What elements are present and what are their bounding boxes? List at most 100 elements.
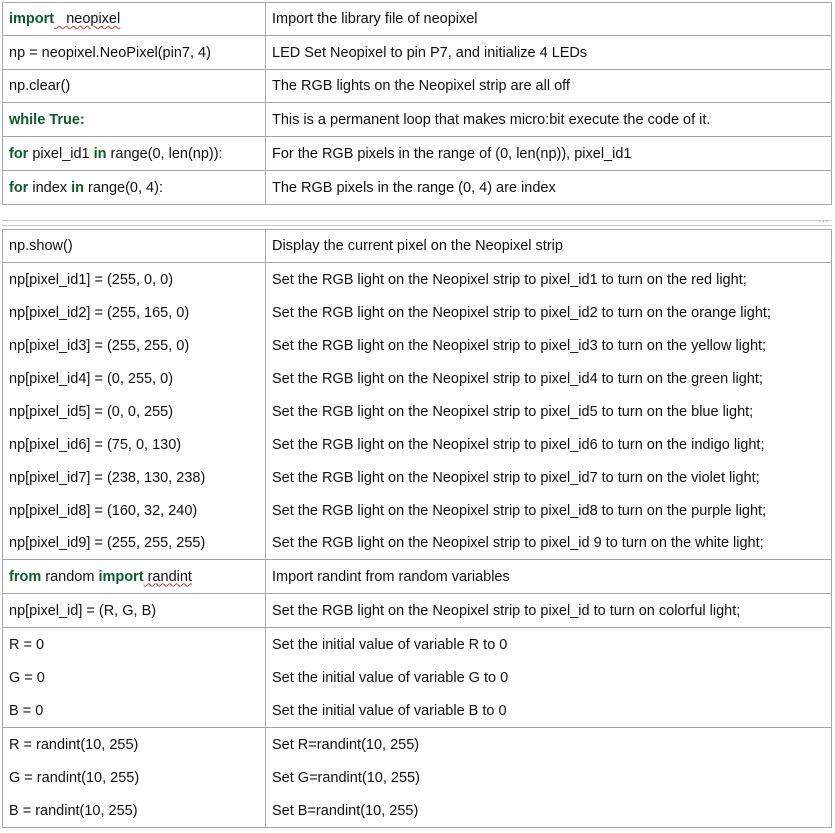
description-text: Set the RGB light on the Neopixel strip … xyxy=(272,502,767,519)
code-cell: np[pixel_id2] = (255, 165, 0) xyxy=(3,296,266,329)
description-text: Import randint from random variables xyxy=(272,568,510,585)
code-cell: np[pixel_id8] = (160, 32, 240) xyxy=(3,494,266,527)
description-text: Import the library file of neopixel xyxy=(272,11,478,27)
description-cell: For the RGB pixels in the range of (0, l… xyxy=(266,137,831,170)
keyword-for: for xyxy=(9,179,29,196)
description-text: For the RGB pixels in the range of (0, l… xyxy=(272,145,632,162)
table-row: np = neopixel.NeoPixel(pin7, 4) LED Set … xyxy=(3,36,831,70)
description-cell: Set the initial value of variable R to 0 xyxy=(266,628,831,661)
code-cell: np.clear() xyxy=(3,70,266,102)
code-cell: for index in range(0, 4): xyxy=(3,171,266,204)
code-text: random xyxy=(41,568,99,585)
code-text: np[pixel_id9] = (255, 255, 255) xyxy=(9,535,206,551)
code-cell: R = randint(10, 255) xyxy=(3,728,266,761)
description-cell: Set the RGB light on the Neopixel strip … xyxy=(266,362,831,395)
code-text: randint xyxy=(143,568,192,585)
table-row: B = 0 Set the initial value of variable … xyxy=(3,694,831,728)
table-row: for pixel_id1 in range(0, len(np)): For … xyxy=(3,137,831,171)
description-cell: Set the RGB light on the Neopixel strip … xyxy=(266,395,831,428)
keyword-import: import xyxy=(9,11,55,27)
code-text: G = 0 xyxy=(9,669,45,686)
table-row: np[pixel_id2] = (255, 165, 0) Set the RG… xyxy=(3,296,831,329)
code-text: np[pixel_id] = (R, G, B) xyxy=(9,602,157,619)
keyword-in: in xyxy=(71,179,84,196)
separator-dots: ... xyxy=(818,214,829,224)
code-cell: import neopixel xyxy=(3,3,266,35)
keyword-from: from xyxy=(9,568,42,585)
description-text: Set G=randint(10, 255) xyxy=(272,769,420,786)
code-text: index xyxy=(28,179,72,196)
description-text: Display the current pixel on the Neopixe… xyxy=(272,238,563,254)
code-text: G = randint(10, 255) xyxy=(9,769,140,786)
code-cell: from random import randint xyxy=(3,560,266,593)
description-cell: Set the RGB light on the Neopixel strip … xyxy=(266,527,831,559)
code-text: B = 0 xyxy=(9,702,44,719)
description-text: Set the RGB light on the Neopixel strip … xyxy=(272,602,741,619)
keyword-for: for xyxy=(9,145,29,162)
table-row: np[pixel_id7] = (238, 130, 238) Set the … xyxy=(3,461,831,494)
table-row: G = 0 Set the initial value of variable … xyxy=(3,661,831,694)
code-cell: np[pixel_id3] = (255, 255, 0) xyxy=(3,329,266,362)
code-text: np = neopixel.NeoPixel(pin7, 4) xyxy=(9,44,211,61)
code-cell: np[pixel_id7] = (238, 130, 238) xyxy=(3,461,266,494)
description-cell: Set the initial value of variable G to 0 xyxy=(266,661,831,694)
table-row: np[pixel_id5] = (0, 0, 255) Set the RGB … xyxy=(3,395,831,428)
description-cell: Import randint from random variables xyxy=(266,560,831,593)
code-cell: np[pixel_id6] = (75, 0, 130) xyxy=(3,428,266,461)
code-text: B = randint(10, 255) xyxy=(9,802,138,819)
description-text: Set the RGB light on the Neopixel strip … xyxy=(272,535,764,551)
table-row: from random import randint Import randin… xyxy=(3,560,831,594)
code-text: np[pixel_id8] = (160, 32, 240) xyxy=(9,502,198,519)
table-row: np[pixel_id8] = (160, 32, 240) Set the R… xyxy=(3,494,831,527)
code-text: np[pixel_id3] = (255, 255, 0) xyxy=(9,337,190,354)
code-text: np[pixel_id2] = (255, 165, 0) xyxy=(9,304,190,321)
description-cell: Set B=randint(10, 255) xyxy=(266,794,831,827)
table-row: import neopixel Import the library file … xyxy=(3,3,831,36)
code-cell: np = neopixel.NeoPixel(pin7, 4) xyxy=(3,36,266,69)
code-text: pixel_id1 xyxy=(28,145,94,162)
description-cell: The RGB lights on the Neopixel strip are… xyxy=(266,70,831,102)
code-cell: np[pixel_id9] = (255, 255, 255) xyxy=(3,527,266,559)
code-text: np[pixel_id1] = (255, 0, 0) xyxy=(9,271,174,288)
table-row: np.clear() The RGB lights on the Neopixe… xyxy=(3,70,831,103)
code-text: np[pixel_id6] = (75, 0, 130) xyxy=(9,436,182,453)
table-row: B = randint(10, 255) Set B=randint(10, 2… xyxy=(3,794,831,827)
code-cell: G = randint(10, 255) xyxy=(3,761,266,794)
table-row: np[pixel_id3] = (255, 255, 0) Set the RG… xyxy=(3,329,831,362)
code-text: np[pixel_id7] = (238, 130, 238) xyxy=(9,469,206,486)
code-cell: np[pixel_id1] = (255, 0, 0) xyxy=(3,263,266,296)
description-cell: Set the RGB light on the Neopixel strip … xyxy=(266,428,831,461)
description-text: Set the initial value of variable B to 0 xyxy=(272,702,507,719)
description-cell: Set the initial value of variable B to 0 xyxy=(266,694,831,727)
code-cell: B = 0 xyxy=(3,694,266,727)
description-text: Set the RGB light on the Neopixel strip … xyxy=(272,469,760,486)
keyword-in: in xyxy=(93,145,107,162)
description-text: This is a permanent loop that makes micr… xyxy=(272,111,711,128)
description-cell: Set the RGB light on the Neopixel strip … xyxy=(266,494,831,527)
description-cell: Set G=randint(10, 255) xyxy=(266,761,831,794)
table-row: np[pixel_id1] = (255, 0, 0) Set the RGB … xyxy=(3,263,831,296)
description-cell: Set R=randint(10, 255) xyxy=(266,728,831,761)
description-text: Set the RGB light on the Neopixel strip … xyxy=(272,271,747,288)
code-text: range(0, 4): xyxy=(83,179,163,196)
description-cell: This is a permanent loop that makes micr… xyxy=(266,103,831,136)
code-cell: np[pixel_id4] = (0, 255, 0) xyxy=(3,362,266,395)
code-cell: B = randint(10, 255) xyxy=(3,794,266,827)
code-text: np[pixel_id5] = (0, 0, 255) xyxy=(9,403,174,420)
description-cell: Set the RGB light on the Neopixel strip … xyxy=(266,296,831,329)
table-row: np.show() Display the current pixel on t… xyxy=(3,230,831,263)
table-row: np[pixel_id6] = (75, 0, 130) Set the RGB… xyxy=(3,428,831,461)
code-cell: G = 0 xyxy=(3,661,266,694)
description-text: Set R=randint(10, 255) xyxy=(272,736,420,753)
description-text: LED Set Neopixel to pin P7, and initiali… xyxy=(272,44,588,61)
description-text: Set the RGB light on the Neopixel strip … xyxy=(272,370,763,387)
table-row: G = randint(10, 255) Set G=randint(10, 2… xyxy=(3,761,831,794)
code-text: while True: xyxy=(9,111,85,128)
code-text: np.show() xyxy=(9,238,73,254)
code-cell: np.show() xyxy=(3,230,266,262)
table-row: np[pixel_id] = (R, G, B) Set the RGB lig… xyxy=(3,594,831,628)
description-text: The RGB pixels in the range (0, 4) are i… xyxy=(272,179,556,196)
description-cell: LED Set Neopixel to pin P7, and initiali… xyxy=(266,36,831,69)
table-row: while True: This is a permanent loop tha… xyxy=(3,103,831,137)
keyword-import: import xyxy=(98,568,144,585)
